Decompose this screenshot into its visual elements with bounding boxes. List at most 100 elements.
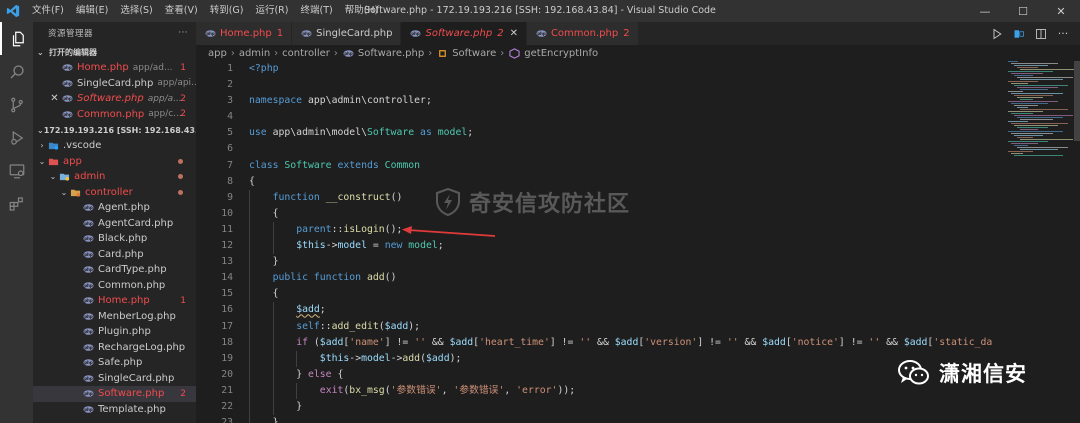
minimap-line [1011, 63, 1058, 64]
minimap-line [1008, 81, 1038, 82]
remote-explorer-icon[interactable] [0, 154, 33, 187]
tree-folder-item[interactable]: ⌄ admin [33, 169, 196, 185]
svg-text:php: php [63, 112, 72, 117]
more-actions-icon[interactable]: ··· [1056, 27, 1070, 41]
tree-folder-item[interactable]: › .vscode [33, 138, 196, 154]
indent-guide [249, 221, 250, 239]
code-token: model [437, 127, 468, 139]
breadcrumb-item[interactable]: getEncryptInfo [524, 48, 598, 59]
split-editor-icon[interactable] [1034, 27, 1048, 41]
open-editor-item[interactable]: php Home.php app/ad... 1 [33, 60, 196, 76]
tree-file-item[interactable]: php Card.php [33, 247, 196, 263]
menu-go[interactable]: 转到(G) [204, 0, 250, 22]
line-number: 1 [227, 63, 233, 74]
close-window-button[interactable]: ✕ [1042, 0, 1080, 22]
menu-file[interactable]: 文件(F) [26, 0, 70, 22]
breadcrumb-item[interactable]: admin [239, 48, 270, 59]
code-token: $add [449, 336, 474, 348]
method-symbol-icon [508, 47, 521, 60]
svg-text:php: php [84, 314, 93, 319]
tree-file-item[interactable]: php Plugin.php [33, 324, 196, 340]
breadcrumb-item[interactable]: Software.php [358, 48, 424, 59]
tree-item-name: admin [74, 171, 106, 183]
extensions-icon[interactable] [0, 187, 33, 220]
line-number: 20 [221, 368, 233, 380]
workspace-section[interactable]: ⌄ 172.19.193.216 [SSH: 192.168.43.84] [33, 122, 196, 138]
explorer-sidebar: 资源管理器 ··· ⌄ 打开的编辑器 php Home.php app/ad... 1… [33, 22, 196, 423]
code-token: as [414, 127, 438, 139]
tree-item-name: Card.php [98, 248, 144, 260]
tree-file-item[interactable]: php RechargeLog.php [33, 340, 196, 356]
close-tab-icon[interactable]: ✕ [510, 28, 518, 39]
svg-text:php: php [412, 31, 421, 36]
compare-icon[interactable] [1012, 27, 1026, 41]
menu-selection[interactable]: 选择(S) [114, 0, 158, 22]
tree-folder-item[interactable]: ⌄ app [33, 154, 196, 170]
open-editors-section[interactable]: ⌄ 打开的编辑器 [33, 44, 196, 60]
workspace-title: 172.19.193.216 [SSH: 192.168.43.84] [43, 125, 196, 135]
php-file-icon: php [61, 92, 74, 105]
minimize-button[interactable]: — [966, 0, 1004, 22]
menu-run[interactable]: 运行(R) [249, 0, 294, 22]
editor-tab[interactable]: php SingleCard.php [292, 22, 402, 45]
watermark-center-text: 奇安信攻防社区 [469, 192, 631, 217]
code-line: 3 namespace app\admin\controller; [196, 93, 1004, 109]
editor-tab[interactable]: php Common.php 2 [526, 22, 639, 45]
line-number: 23 [221, 417, 233, 423]
php-file-icon: php [82, 232, 95, 245]
minimap[interactable] [1004, 61, 1078, 161]
editor-tab[interactable]: php Home.php 1 [196, 22, 293, 45]
code-token: bx_msg [349, 384, 385, 396]
tree-item-name: Plugin.php [98, 326, 151, 338]
indent-guide [249, 398, 250, 416]
breadcrumb-item[interactable]: controller [282, 48, 330, 59]
code-editor[interactable]: 1 <?php 2 3 namespace app\admin\controller; 4… [196, 61, 1004, 423]
tree-file-item[interactable]: php MenberLog.php [33, 309, 196, 325]
more-actions-icon[interactable]: ··· [178, 28, 188, 38]
search-icon[interactable] [0, 55, 33, 88]
tree-file-item[interactable]: php Home.php 1 [33, 293, 196, 309]
open-editor-item[interactable]: php Common.php app/c... 2 [33, 107, 196, 123]
tree-folder-item[interactable]: ⌄ controller [33, 185, 196, 201]
breadcrumb-item[interactable]: app [208, 48, 227, 59]
tree-file-item[interactable]: php Black.php [33, 231, 196, 247]
breadcrumb-item[interactable]: Software [452, 48, 496, 59]
explorer-icon[interactable] [0, 22, 33, 55]
minimap-line [1020, 129, 1038, 130]
tree-file-item[interactable]: php Common.php [33, 278, 196, 294]
line-number: 19 [221, 352, 233, 364]
code-token: ] != [697, 336, 727, 348]
run-icon[interactable] [990, 27, 1004, 41]
maximize-button[interactable]: ☐ [1004, 0, 1042, 22]
php-file-icon: php [204, 27, 217, 40]
tree-file-item[interactable]: php Template.php [33, 402, 196, 418]
indent-guide [249, 189, 250, 206]
tree-file-item[interactable]: php Software.php 2 [33, 386, 196, 402]
code-token: 'name' [349, 336, 385, 348]
code-token: ; [467, 127, 474, 139]
tree-file-item[interactable]: php Agent.php [33, 200, 196, 216]
title-bar: 文件(F) 编辑(E) 选择(S) 查看(V) 转到(G) 运行(R) 终端(T… [0, 0, 1080, 22]
menu-help[interactable]: 帮助(H) [339, 0, 385, 22]
menu-terminal[interactable]: 终端(T) [294, 0, 338, 22]
run-debug-icon[interactable] [0, 121, 33, 154]
code-token: class [249, 159, 285, 171]
editor-scrollbar[interactable] [1074, 61, 1080, 423]
source-control-icon[interactable] [0, 88, 33, 121]
tree-file-item[interactable]: php AgentCard.php [33, 216, 196, 232]
tree-file-item[interactable]: php Safe.php [33, 355, 196, 371]
editor-tab[interactable]: php Software.php 2 ✕ [401, 22, 527, 45]
scroll-thumb[interactable] [1074, 61, 1080, 141]
menu-view[interactable]: 查看(V) [159, 0, 204, 22]
tab-label: Common.php [550, 28, 619, 39]
open-editor-item[interactable]: ✕ php Software.php app/a... 2 [33, 91, 196, 107]
indent-guide [272, 334, 274, 351]
open-editor-item[interactable]: php SingleCard.php app/api... [33, 76, 196, 92]
svg-text:php: php [63, 96, 72, 101]
tree-file-item[interactable]: php CardType.php [33, 262, 196, 278]
tree-item-name: Software.php [98, 388, 165, 400]
tree-file-item[interactable]: php SingleCard.php [33, 371, 196, 387]
close-icon[interactable]: ✕ [49, 93, 60, 104]
tab-problem-count: 2 [623, 28, 630, 39]
menu-edit[interactable]: 编辑(E) [70, 0, 114, 22]
